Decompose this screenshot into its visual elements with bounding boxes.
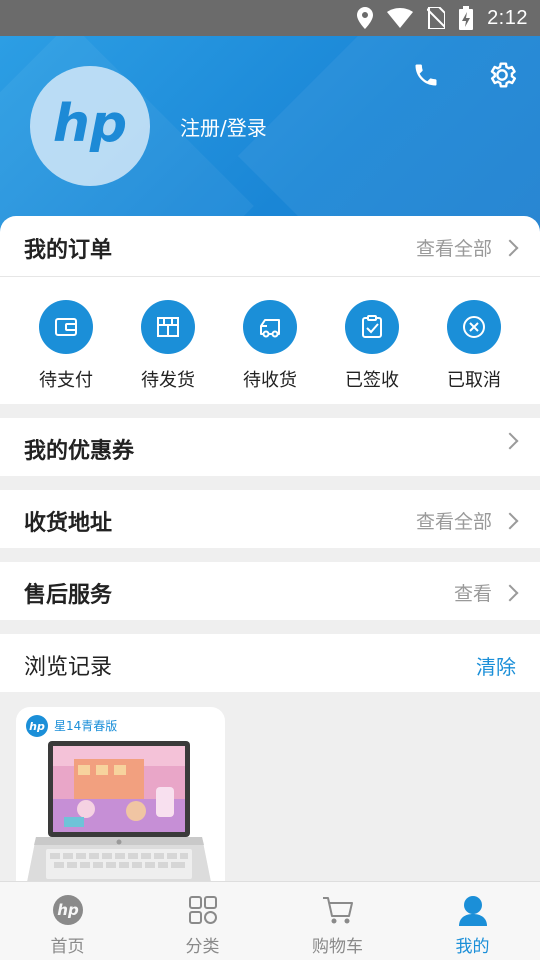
after-sales-title: 售后服务 [24, 583, 113, 608]
history-header: 浏览记录 清除 [0, 634, 540, 692]
settings-gear-icon[interactable] [485, 58, 519, 92]
clock: 2:12 [487, 6, 528, 29]
tab-label: 首页 [50, 937, 85, 957]
bottom-tab-bar: hp 首页 分类 购物车 我的 [0, 881, 540, 960]
tab-label: 购物车 [312, 937, 363, 957]
page: 2:12 hp 注册/登录 我的订单 查看全部 待支付 待发货 待收货 已签收 … [0, 0, 540, 960]
order-status-label: 待支付 [39, 370, 93, 391]
clipboard-check-icon [345, 300, 399, 354]
location-icon [357, 7, 374, 29]
address-row[interactable]: 收货地址 查看全部 [0, 490, 540, 548]
laptop-image [26, 741, 212, 887]
hp-logo-icon: hp [52, 895, 83, 925]
cancel-circle-icon [447, 300, 501, 354]
tab-mine[interactable]: 我的 [405, 882, 540, 960]
history-item[interactable]: hp 星14青春版 [16, 707, 225, 897]
chevron-right-icon [501, 512, 519, 529]
history-title: 浏览记录 [24, 655, 113, 680]
tab-category[interactable]: 分类 [135, 882, 270, 960]
order-status-pending-receipt[interactable]: 待收货 [219, 300, 321, 392]
order-status-cancelled[interactable]: 已取消 [423, 300, 525, 392]
after-sales-view-label: 查看 [453, 583, 492, 605]
order-status-received[interactable]: 已签收 [321, 300, 423, 392]
orders-title: 我的订单 [24, 238, 113, 263]
order-status-label: 已取消 [447, 370, 501, 391]
grid-icon [188, 896, 217, 924]
order-status-list: 待支付 待发货 待收货 已签收 已取消 [0, 300, 540, 392]
battery-icon [459, 6, 474, 30]
status-bar: 2:12 [0, 0, 540, 36]
tab-label: 分类 [185, 937, 220, 957]
svg-text:hp: hp [53, 94, 127, 154]
no-sim-icon [427, 7, 446, 29]
svg-text:hp: hp [29, 720, 45, 733]
truck-icon [243, 300, 297, 354]
order-status-label: 待发货 [141, 370, 195, 391]
wifi-icon [387, 8, 414, 28]
orders-view-all-link[interactable]: 查看全部 [415, 234, 519, 261]
history-clear-button[interactable]: 清除 [476, 651, 516, 680]
orders-view-all-label: 查看全部 [415, 238, 492, 260]
order-status-label: 待收货 [243, 370, 297, 391]
hp-avatar-logo[interactable]: hp [30, 66, 150, 186]
login-register-link[interactable]: 注册/登录 [180, 112, 267, 141]
address-view-all-link[interactable]: 查看全部 [415, 507, 519, 534]
tab-home[interactable]: hp 首页 [0, 882, 135, 960]
hp-logo-icon: hp [53, 94, 127, 154]
tab-label: 我的 [455, 937, 490, 957]
person-icon [458, 896, 487, 926]
order-status-pending-shipment[interactable]: 待发货 [117, 300, 219, 392]
divider [0, 276, 540, 277]
wallet-icon [39, 300, 93, 354]
chevron-right-icon [501, 432, 519, 450]
svg-text:hp: hp [57, 901, 79, 919]
coupons-row[interactable]: 我的优惠券 [0, 418, 540, 476]
orders-card: 我的订单 查看全部 待支付 待发货 待收货 已签收 已取消 [0, 216, 540, 404]
address-title: 收货地址 [24, 511, 113, 536]
package-icon [141, 300, 195, 354]
phone-icon[interactable] [409, 58, 443, 92]
after-sales-row[interactable]: 售后服务 查看 [0, 562, 540, 620]
chevron-right-icon [501, 239, 519, 256]
order-status-label: 已签收 [345, 370, 399, 391]
coupons-title: 我的优惠券 [24, 439, 135, 464]
cart-icon [322, 897, 353, 924]
profile-header: hp 注册/登录 [0, 36, 540, 236]
hp-logo-icon: hp [26, 715, 48, 737]
chevron-right-icon [501, 584, 519, 601]
address-view-all-label: 查看全部 [415, 511, 492, 533]
coupons-link[interactable] [500, 432, 519, 450]
tab-cart[interactable]: 购物车 [270, 882, 405, 960]
order-status-pending-payment[interactable]: 待支付 [15, 300, 117, 392]
history-item-name: 星14青春版 [54, 719, 118, 733]
after-sales-view-link[interactable]: 查看 [453, 579, 519, 606]
